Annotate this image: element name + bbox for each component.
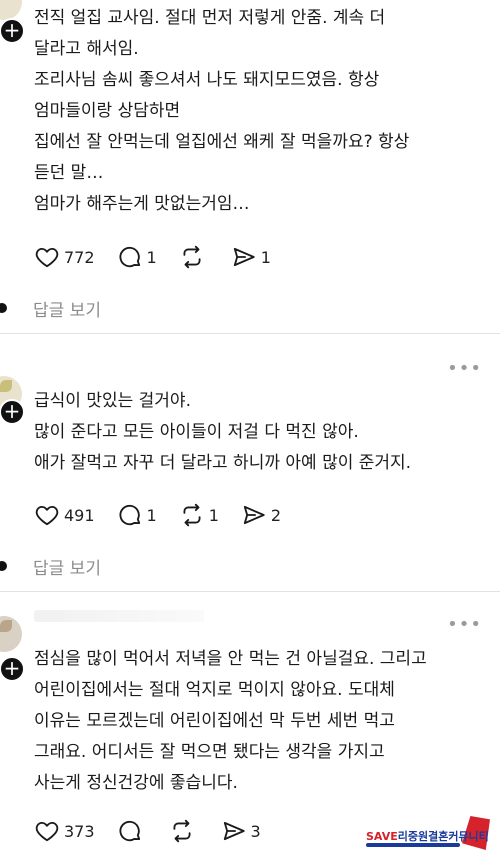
comment-line: 엄마가 해주는게 맛없는거임… <box>34 194 250 214</box>
comment-line: 어린이집에서는 절대 억지로 먹이지 않아요. 도대체 <box>34 680 395 700</box>
view-replies-link[interactable]: 답글 보기 <box>0 553 101 579</box>
comment-line: 급식이 맛있는 걸거야. <box>34 391 191 411</box>
avatar[interactable] <box>0 0 22 20</box>
view-replies-label: 답글 보기 <box>33 300 101 321</box>
divider <box>0 591 500 592</box>
comment-line: 듣던 말… <box>34 163 104 183</box>
like-button[interactable]: 772 <box>34 244 95 270</box>
reply-button[interactable]: 1 <box>117 502 157 528</box>
comment-line: 점심을 많이 먹어서 저녁을 안 먹는 건 아닐걸요. 그리고 <box>34 649 427 669</box>
reply-count: 1 <box>146 505 157 525</box>
like-count: 373 <box>64 821 95 841</box>
share-count: 1 <box>260 247 271 267</box>
share-button[interactable]: 1 <box>231 244 271 270</box>
repost-icon <box>183 503 201 527</box>
comment-line: 많이 준다고 모든 아이들이 저걸 다 먹진 않아. <box>34 422 359 442</box>
like-count: 772 <box>64 247 95 267</box>
comment-line: 집에선 잘 안먹는데 얼집에선 왜케 잘 먹을까요? 항상 <box>34 132 410 152</box>
watermark-text: SAVE리중원결혼커뮤니티 <box>366 830 489 843</box>
comment-line: 조리사님 솜씨 좋으셔서 나도 돼지모드였음. 항상 <box>34 70 380 90</box>
comment-line: 그래요. 어디서든 잘 먹으면 됐다는 생각을 가지고 <box>34 742 385 762</box>
comment-line: 전직 얼집 교사임. 절대 먼저 저렇게 안줌. 계속 더 <box>34 8 386 28</box>
action-bar: 772 1 1 <box>34 243 293 271</box>
action-bar: 491 1 1 2 <box>34 501 303 529</box>
heart-icon <box>35 505 59 526</box>
heart-icon <box>35 247 59 268</box>
comment-line: 엄마들이랑 상담하면 <box>34 101 181 121</box>
repost-icon <box>183 245 201 269</box>
like-button[interactable]: 491 <box>34 502 95 528</box>
share-icon <box>233 247 255 267</box>
comment-icon <box>119 504 140 526</box>
reply-button[interactable]: 1 <box>117 244 157 270</box>
comment-line: 달라고 해서임. <box>34 39 139 59</box>
comment-line: 이유는 모르겠는데 어린이집에선 막 두번 세번 먹고 <box>34 711 395 731</box>
repost-button[interactable]: 1 <box>179 502 219 528</box>
view-replies-link[interactable]: 답글 보기 <box>0 295 101 321</box>
add-follow-icon[interactable]: + <box>0 399 25 425</box>
comment-text: 전직 얼집 교사임. 절대 먼저 저렇게 안줌. 계속 더 달라고 해서임. 조… <box>34 3 494 220</box>
reply-thread-dot <box>0 561 7 571</box>
more-icon[interactable]: ••• <box>447 614 482 635</box>
like-button[interactable]: 373 <box>34 818 95 844</box>
avatar[interactable] <box>0 616 22 652</box>
more-icon[interactable]: ••• <box>447 358 482 379</box>
comment-line: 사는게 정신건강에 좋습니다. <box>34 773 238 793</box>
reply-thread-dot <box>0 303 7 313</box>
watermark-underline <box>366 843 460 847</box>
repost-button[interactable] <box>179 244 209 270</box>
share-count: 2 <box>270 505 282 525</box>
comment-icon <box>119 820 140 842</box>
comment-text: 점심을 많이 먹어서 저녁을 안 먹는 건 아닐걸요. 그리고 어린이집에서는 … <box>34 644 494 799</box>
reply-count: 1 <box>146 247 157 267</box>
share-button[interactable]: 3 <box>221 818 261 844</box>
view-replies-label: 답글 보기 <box>33 558 101 579</box>
heart-icon <box>35 821 59 842</box>
share-icon <box>243 505 265 525</box>
like-count: 491 <box>64 505 95 525</box>
username-placeholder[interactable] <box>34 610 204 622</box>
share-icon <box>223 821 245 841</box>
repost-icon <box>173 819 191 843</box>
comment-line: 애가 잘먹고 자꾸 더 달라고 하니까 아예 많이 준거지. <box>34 453 412 473</box>
add-follow-icon[interactable]: + <box>0 18 25 44</box>
share-button[interactable]: 2 <box>241 502 281 528</box>
watermark-logo: SAVE리중원결혼커뮤니티 <box>366 816 490 854</box>
reply-button[interactable] <box>117 818 147 844</box>
repost-button[interactable] <box>169 818 199 844</box>
comment-icon <box>119 246 140 268</box>
add-follow-icon[interactable]: + <box>0 656 25 682</box>
repost-count: 1 <box>208 505 219 525</box>
divider <box>0 333 500 334</box>
action-bar: 373 3 <box>34 817 283 845</box>
share-count: 3 <box>250 821 261 841</box>
comment-text: 급식이 맛있는 걸거야. 많이 준다고 모든 아이들이 저걸 다 먹진 않아. … <box>34 386 494 479</box>
